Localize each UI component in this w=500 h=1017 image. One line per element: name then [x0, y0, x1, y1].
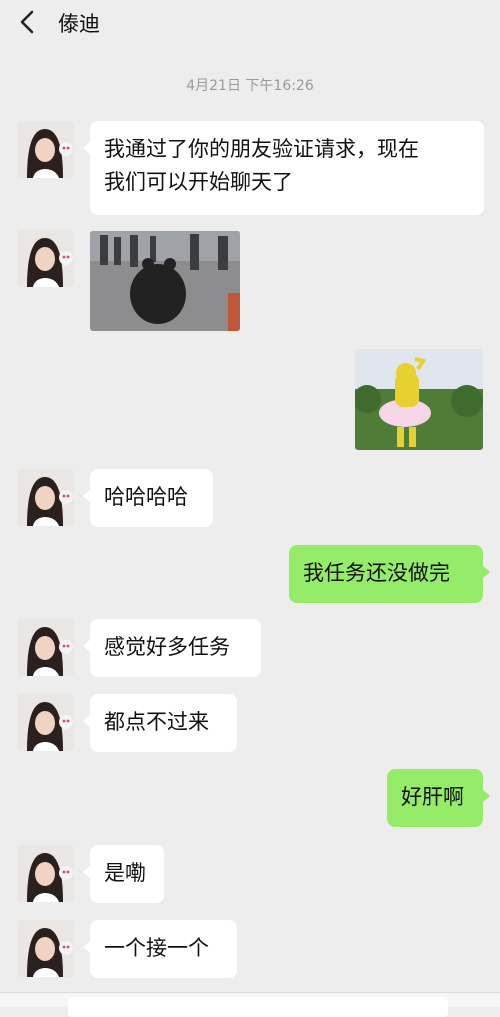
message-text: 感觉好多任务: [104, 635, 230, 659]
message-text: 都点不过来: [104, 710, 209, 734]
image-message[interactable]: [90, 231, 240, 331]
contact-avatar[interactable]: [17, 230, 74, 287]
chat-title[interactable]: 傣迪: [58, 8, 100, 38]
contact-avatar[interactable]: [17, 845, 74, 902]
message-composer: [0, 992, 500, 1017]
contact-avatar[interactable]: [17, 619, 74, 676]
message-bubble[interactable]: 是嘞: [83, 845, 164, 903]
message-bubble[interactable]: 我通过了你的朋友验证请求，现在 我们可以开始聊天了: [83, 121, 484, 215]
message-text: 好肝啊: [401, 785, 464, 809]
chat-header: 傣迪: [0, 0, 500, 44]
contact-avatar[interactable]: [17, 920, 74, 977]
image-message[interactable]: [355, 349, 483, 450]
message-text: 一个接一个: [104, 936, 209, 960]
message-text: 哈哈哈哈: [104, 485, 188, 509]
contact-avatar[interactable]: [17, 469, 74, 526]
message-bubble[interactable]: 哈哈哈哈: [83, 469, 213, 527]
contact-avatar[interactable]: [17, 121, 74, 178]
sent-message-bubble[interactable]: 我任务还没做完: [289, 545, 490, 603]
message-bubble[interactable]: 都点不过来: [83, 694, 237, 752]
sent-message-bubble[interactable]: 好肝啊: [387, 769, 490, 827]
back-chevron-icon[interactable]: [14, 6, 44, 38]
message-text: 我任务还没做完: [303, 561, 450, 585]
message-timestamp: 4月21日 下午16:26: [186, 78, 314, 94]
message-text: 是嘞: [104, 861, 146, 885]
message-bubble[interactable]: 感觉好多任务: [83, 619, 261, 677]
message-input[interactable]: [68, 997, 448, 1017]
message-bubble[interactable]: 一个接一个: [83, 920, 237, 978]
contact-avatar[interactable]: [17, 694, 74, 751]
message-text: 我通过了你的朋友验证请求，现在 我们可以开始聊天了: [104, 137, 419, 194]
